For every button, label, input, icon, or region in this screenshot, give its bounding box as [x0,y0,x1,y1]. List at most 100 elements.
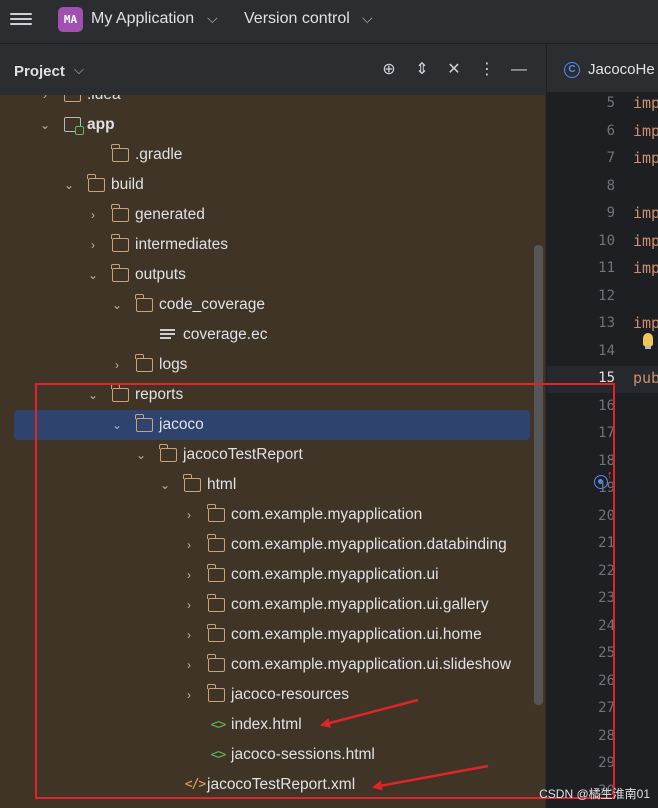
tree-item[interactable]: ⌄ app [0,110,534,140]
tree-scrollbar[interactable] [534,245,543,705]
folder-icon [207,654,225,672]
chevron-right-icon[interactable]: › [182,530,196,560]
tree-item[interactable]: ⌄ build [0,170,534,200]
folder-icon [159,444,177,462]
line-number: 12 [598,287,615,304]
tree-item-label: reports [135,386,184,403]
line-number: 24 [598,617,615,634]
folder-icon [207,534,225,552]
tree-item[interactable]: .gradle [0,140,534,170]
chevron-down-icon[interactable]: ⌄ [38,110,52,140]
tree-item[interactable]: › com.example.myapplication.ui.gallery [0,590,534,620]
tree-item[interactable]: › com.example.myapplication.ui.home [0,620,534,650]
chevron-down-icon[interactable]: ⌄ [158,470,172,500]
tree-item[interactable]: › intermediates [0,230,534,260]
chevron-right-icon[interactable]: › [182,650,196,680]
code-line[interactable]: imp [633,94,658,112]
editor-tab[interactable]: C JacocoHe [547,45,658,93]
tree-item-label: jacoco [159,416,204,433]
line-number: 20 [598,507,615,524]
chevron-down-icon[interactable]: ⌄ [62,170,76,200]
tree-item-label: logs [159,356,188,373]
folder-icon [111,234,129,252]
more-options-icon[interactable]: ⋮ [477,59,497,81]
main-menu-icon[interactable] [10,10,32,30]
collapse-all-icon[interactable]: ✕ [444,59,464,81]
chevron-right-icon[interactable]: › [182,680,196,710]
tree-item[interactable]: › logs [0,350,534,380]
chevron-down-icon[interactable]: ⌵ [74,62,84,78]
folder-icon [135,354,153,372]
chevron-right-icon[interactable]: › [110,350,124,380]
chevron-down-icon[interactable]: ⌄ [134,440,148,470]
code-editor[interactable]: C JacocoHe ↑ 5 imp 6 imp 7 imp 8 9 imp 10 imp 11 imp… [546,45,658,808]
chevron-right-icon[interactable]: › [182,560,196,590]
line-number: 17 [598,425,615,441]
tree-item[interactable]: ⌄ jacoco [14,410,530,440]
chevron-right-icon[interactable]: › [86,200,100,230]
line-number: 25 [598,645,615,661]
tree-item-label: .gradle [135,146,183,163]
tree-item[interactable]: ⌄ jacocoTestReport [0,440,534,470]
version-control-menu[interactable]: Version control [244,10,350,28]
chevron-right-icon[interactable]: › [182,590,196,620]
tree-item[interactable]: ⌄ code_coverage [0,290,534,320]
tree-item[interactable]: › .idea [0,95,534,110]
code-line[interactable]: imp [633,122,658,140]
lightbulb-icon[interactable] [643,333,653,349]
folder-icon [207,624,225,642]
line-number: 9 [606,205,615,221]
tree-item-label: html [207,476,237,493]
folder-icon [207,594,225,612]
chevron-down-icon[interactable]: ⌄ [110,290,124,320]
code-line[interactable]: pub [633,369,658,387]
folder-icon [135,294,153,312]
tree-item[interactable]: › com.example.myapplication.ui.slideshow [0,650,534,680]
tree-item[interactable]: › generated [0,200,534,230]
tree-item[interactable]: › jacoco-resources [0,680,534,710]
tree-item[interactable]: <> index.html [0,710,534,740]
tree-item-label: .idea [87,95,121,110]
folder-icon [183,474,201,492]
code-line[interactable]: imp [633,314,658,332]
locate-icon[interactable]: ⊕ [379,59,399,81]
code-line[interactable]: imp [633,259,658,277]
chevron-down-icon[interactable]: ⌵ [362,10,373,27]
chevron-down-icon[interactable]: ⌵ [207,10,218,27]
tree-item[interactable]: ⌄ html [0,470,534,500]
chevron-down-icon[interactable]: ⌄ [86,380,100,410]
tree-item-label: jacocoTestReport [183,446,303,463]
chevron-right-icon[interactable]: › [182,500,196,530]
hide-panel-icon[interactable]: — [509,59,529,81]
tree-item-label: coverage.ec [183,326,268,343]
chevron-right-icon[interactable]: › [38,95,52,110]
tree-item[interactable]: coverage.ec [0,320,534,350]
line-number: 13 [598,315,615,331]
tree-item-label: com.example.myapplication.ui.home [231,626,482,643]
tree-item[interactable]: › com.example.myapplication.databinding [0,530,534,560]
tree-item[interactable]: ⌄ reports [0,380,534,410]
line-number: 10 [598,232,615,249]
line-number: 27 [598,700,615,716]
project-tree[interactable]: › .idea ⌄ app .gradle ⌄ build › generated › interm… [0,95,545,808]
tree-item[interactable]: ⌄ outputs [0,260,534,290]
code-line[interactable]: imp [633,149,658,167]
tree-item[interactable]: <> jacoco-sessions.html [0,740,534,770]
code-line[interactable]: imp [633,204,658,222]
line-number: 16 [598,397,615,414]
tree-item-label: index.html [231,716,302,733]
project-view-title[interactable]: Project [14,63,65,80]
tree-item[interactable]: › com.example.myapplication [0,500,534,530]
tree-item-label: generated [135,206,205,223]
tree-item[interactable]: </> jacocoTestReport.xml [0,770,534,800]
expand-all-icon[interactable]: ⇕ [412,59,432,81]
chevron-right-icon[interactable]: › [86,230,100,260]
tree-item[interactable]: › com.example.myapplication.ui [0,560,534,590]
chevron-down-icon[interactable]: ⌄ [110,410,124,440]
project-selector[interactable]: My Application [91,10,194,28]
chevron-right-icon[interactable]: › [182,620,196,650]
line-number: 26 [598,672,615,689]
code-line[interactable]: imp [633,232,658,250]
chevron-down-icon[interactable]: ⌄ [86,260,100,290]
tree-item-label: com.example.myapplication [231,506,423,523]
